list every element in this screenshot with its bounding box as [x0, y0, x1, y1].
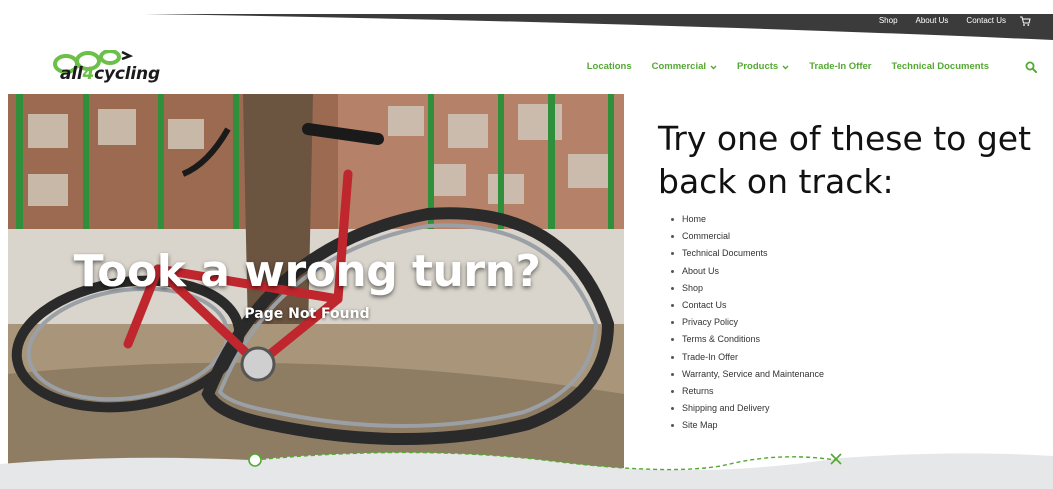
nav-item-products[interactable]: Products [737, 61, 789, 73]
list-item: Shipping and Delivery [670, 400, 824, 417]
link-site-map[interactable]: Site Map [682, 420, 718, 430]
logo-word-number: 4 [82, 64, 95, 84]
list-item: Contact Us [670, 297, 824, 314]
top-link-shop[interactable]: Shop [870, 15, 907, 27]
list-item: Returns [670, 383, 824, 400]
main-nav: Locations Commercial Products Trade-In O… [567, 61, 1037, 73]
link-returns[interactable]: Returns [682, 386, 714, 396]
list-item: Warranty, Service and Maintenance [670, 366, 824, 383]
link-about-us[interactable]: About Us [682, 266, 719, 276]
link-trade-in-offer[interactable]: Trade-In Offer [682, 352, 738, 362]
link-warranty-service[interactable]: Warranty, Service and Maintenance [682, 369, 824, 379]
search-icon[interactable] [1025, 61, 1037, 73]
link-technical-documents[interactable]: Technical Documents [682, 248, 768, 258]
chevron-down-icon [710, 65, 717, 69]
list-item: Site Map [670, 417, 824, 434]
link-shop[interactable]: Shop [682, 283, 703, 293]
top-link-contact-us[interactable]: Contact Us [957, 15, 1015, 27]
nav-label: Products [737, 61, 779, 72]
list-item: Home [670, 211, 824, 228]
nav-label: Locations [586, 61, 632, 72]
top-links: Shop About Us Contact Us [870, 15, 1031, 27]
suggestions-heading: Try one of these to get back on track: [658, 119, 1032, 201]
nav-item-technical-documents[interactable]: Technical Documents [892, 61, 990, 73]
logo-word-prefix: all [60, 64, 83, 84]
suggestions-list: Home Commercial Technical Documents Abou… [670, 211, 824, 435]
list-item: Technical Documents [670, 245, 824, 262]
logo-wordmark[interactable]: all4cycling [60, 64, 160, 84]
nav-label: Technical Documents [891, 61, 990, 72]
hero-title: Took a wrong turn? [73, 246, 541, 297]
link-contact-us[interactable]: Contact Us [682, 300, 727, 310]
link-home[interactable]: Home [682, 214, 706, 224]
nav-label: Trade-In Offer [809, 61, 872, 72]
list-item: Shop [670, 280, 824, 297]
link-privacy-policy[interactable]: Privacy Policy [682, 317, 738, 327]
hero-subtitle: Page Not Found [244, 306, 370, 322]
link-commercial[interactable]: Commercial [682, 231, 730, 241]
list-item: Trade-In Offer [670, 349, 824, 366]
route-start-icon [248, 453, 262, 467]
list-item: About Us [670, 263, 824, 280]
nav-item-trade-in-offer[interactable]: Trade-In Offer [809, 61, 871, 73]
logo-word-suffix: cycling [94, 64, 160, 84]
footer-wave [0, 451, 1053, 489]
nav-item-commercial[interactable]: Commercial [652, 61, 717, 73]
top-link-about-us[interactable]: About Us [907, 15, 958, 27]
cart-icon[interactable] [1019, 15, 1031, 27]
nav-label: Commercial [651, 61, 707, 72]
chevron-down-icon [782, 65, 789, 69]
hero-image: Took a wrong turn? Page Not Found [8, 94, 624, 468]
link-shipping-delivery[interactable]: Shipping and Delivery [682, 403, 770, 413]
list-item: Terms & Conditions [670, 331, 824, 348]
nav-item-locations[interactable]: Locations [587, 61, 632, 73]
link-terms-conditions[interactable]: Terms & Conditions [682, 334, 760, 344]
list-item: Commercial [670, 228, 824, 245]
list-item: Privacy Policy [670, 314, 824, 331]
